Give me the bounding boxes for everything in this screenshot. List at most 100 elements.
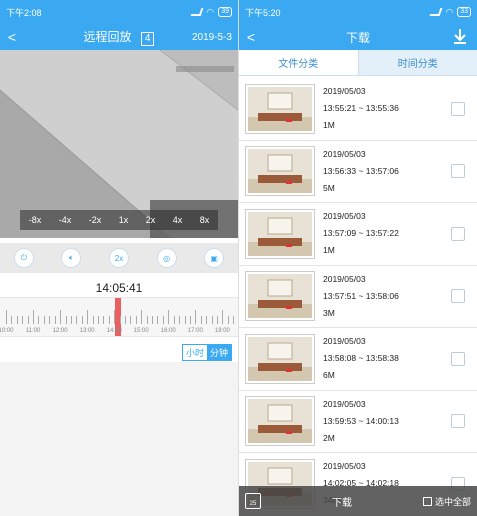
timeline-tick	[168, 310, 170, 324]
timeline-tick	[130, 316, 132, 324]
recording-list: 2019/05/03 13:55:21 ~ 13:55:36 1M 2019/05/0…	[239, 78, 477, 516]
timeline-tick	[97, 316, 99, 324]
list-item[interactable]: 2019/05/03 13:57:51 ~ 13:58:06 3M	[239, 266, 477, 328]
status-time: 下午5:20	[245, 7, 281, 18]
timeline-tick-label: 14:00	[106, 328, 122, 334]
power-icon[interactable]: ⏻	[13, 248, 34, 268]
recording-date: 2019/05/03	[323, 86, 366, 97]
camera-icon[interactable]: ◎	[156, 248, 177, 268]
select-all-checkbox[interactable]	[422, 496, 432, 506]
video-player[interactable]: -8x -4x -2x 1x 2x 4x 8x	[0, 50, 238, 238]
recording-size: 1M	[323, 120, 335, 131]
nav-bar: < 远程回放 4 2019-5-3	[0, 24, 238, 50]
timeline-tick	[119, 316, 121, 324]
timeline-tick	[103, 316, 105, 324]
recording-thumbnail	[245, 333, 315, 384]
record-icon[interactable]: ▣	[204, 248, 225, 268]
select-all-toggle[interactable]: 选中全部	[422, 495, 471, 508]
recording-date: 2019/05/03	[323, 461, 366, 472]
recording-date: 2019/05/03	[323, 211, 366, 222]
speed-option[interactable]: 4x	[173, 215, 183, 225]
timeline-tick-label: 15:00	[133, 328, 149, 334]
timeline-tick	[43, 316, 45, 324]
timeline-tick	[157, 316, 159, 324]
timeline-tick	[92, 316, 94, 324]
timeline-tick	[54, 316, 56, 324]
timeline-tick	[173, 316, 175, 324]
current-time: 14:05:41	[95, 281, 143, 295]
unit-minute[interactable]: 分钟	[206, 345, 231, 360]
timeline-tick	[141, 310, 143, 324]
status-bar: 下午2:08 ◠ 39	[0, 0, 238, 24]
timeline-tick	[60, 310, 62, 324]
speed-selector: -8x -4x -2x 1x 2x 4x 8x	[20, 210, 218, 230]
select-checkbox[interactable]	[451, 414, 465, 429]
select-checkbox[interactable]	[451, 351, 465, 366]
select-checkbox[interactable]	[451, 226, 465, 241]
timeline-tick	[206, 316, 208, 324]
speed-option[interactable]: -4x	[59, 215, 72, 225]
date-selector[interactable]: 2019-5-3	[192, 32, 232, 43]
recording-range: 13:55:21 ~ 13:55:36	[323, 103, 399, 114]
select-checkbox[interactable]	[451, 101, 465, 116]
status-bar: 下午5:20 ◠ 33	[239, 0, 477, 24]
timeline-tick-label: 18:00	[214, 328, 230, 334]
timeline-tick	[233, 316, 235, 324]
zoom-unit-toggle: 小时 分钟	[181, 344, 232, 361]
unit-hour[interactable]: 小时	[183, 345, 207, 360]
timeline-tick	[189, 316, 191, 324]
timeline-tick	[81, 316, 83, 324]
speed-option[interactable]: 1x	[119, 215, 129, 225]
download-icon[interactable]	[453, 28, 467, 47]
timeline-tick	[200, 316, 202, 324]
timeline-tick-label: 16:00	[160, 328, 176, 334]
timeline-tick	[152, 316, 154, 324]
recording-range: 13:57:09 ~ 13:57:22	[323, 228, 399, 239]
timeline-scrubber[interactable]: 10:00 11:00 12:00 13:00 14:00 15:00 16:00 17:00…	[0, 297, 238, 337]
timeline-tick	[179, 316, 181, 324]
timeline-tick	[49, 316, 51, 324]
timeline-tick	[16, 316, 18, 324]
empty-area	[0, 362, 238, 516]
list-item[interactable]: 2019/05/03 13:55:21 ~ 13:55:36 1M	[239, 78, 477, 141]
speed-button[interactable]: 2x	[108, 248, 129, 268]
timeline-tick	[146, 316, 148, 324]
sound-icon[interactable]: 🔈︎	[61, 248, 82, 268]
recording-size: 1M	[323, 245, 335, 256]
list-item[interactable]: 2019/05/03 13:59:53 ~ 14:00:13 2M	[239, 391, 477, 453]
tab-by-time[interactable]: 时间分类	[359, 50, 477, 75]
timeline-tick	[87, 310, 89, 324]
wifi-icon: ◠	[445, 6, 454, 17]
speed-option[interactable]: 8x	[200, 215, 210, 225]
speed-option[interactable]: -8x	[29, 215, 42, 225]
timeline-tick-label: 10:00	[0, 328, 14, 334]
wifi-icon: ◠	[206, 6, 215, 17]
speed-option[interactable]: 2x	[146, 215, 156, 225]
back-icon[interactable]: <	[239, 29, 263, 45]
list-item[interactable]: 2019/05/03 13:58:08 ~ 13:58:38 6M	[239, 328, 477, 391]
timeline-tick	[70, 316, 72, 324]
timeline-tick	[33, 310, 35, 324]
channel-badge[interactable]: 4	[140, 32, 155, 46]
tab-by-file[interactable]: 文件分类	[239, 50, 359, 75]
list-item[interactable]: 2019/05/03 13:57:09 ~ 13:57:22 1M	[239, 203, 477, 266]
download-button[interactable]: 下载	[261, 494, 423, 509]
recording-date: 2019/05/03	[323, 273, 366, 284]
calendar-icon[interactable]: 25	[245, 493, 261, 509]
back-icon[interactable]: <	[0, 29, 24, 45]
select-checkbox[interactable]	[451, 289, 465, 304]
timeline-tick-label: 17:00	[187, 328, 203, 334]
recording-range: 13:57:51 ~ 13:58:06	[323, 290, 399, 301]
timeline-tick-label: 11:00	[25, 328, 41, 334]
recording-date: 2019/05/03	[323, 148, 366, 159]
recording-range: 13:58:08 ~ 13:58:38	[323, 353, 399, 364]
select-checkbox[interactable]	[451, 164, 465, 179]
recording-range: 13:56:33 ~ 13:57:06	[323, 165, 399, 176]
signal-icon	[429, 8, 443, 16]
list-item[interactable]: 2019/05/03 13:56:33 ~ 13:57:06 5M	[239, 141, 477, 203]
recording-date: 2019/05/03	[323, 336, 366, 347]
timeline-tick	[227, 316, 229, 324]
timeline-tick	[38, 316, 40, 324]
timeline-tick	[211, 316, 213, 324]
speed-option[interactable]: -2x	[89, 215, 102, 225]
